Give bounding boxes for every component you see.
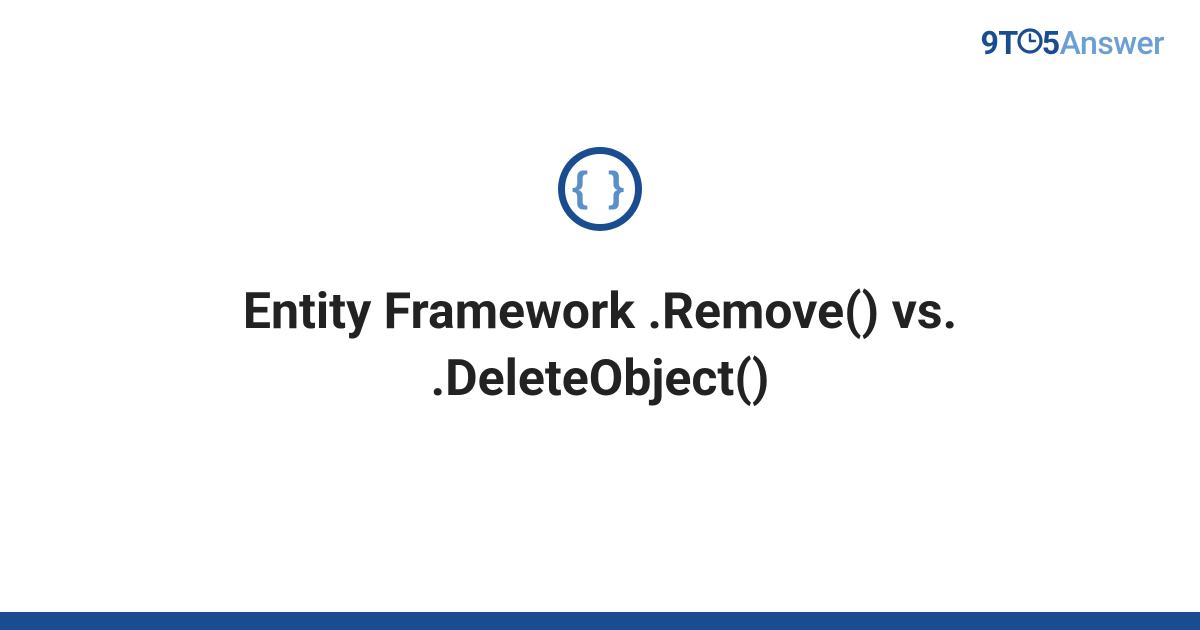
braces-glyph: { } xyxy=(572,166,628,208)
footer-bar xyxy=(0,612,1200,630)
page-title: Entity Framework .Remove() vs. .DeleteOb… xyxy=(100,279,1100,414)
content-wrapper: { } Entity Framework .Remove() vs. .Dele… xyxy=(0,0,1200,630)
code-braces-icon: { } xyxy=(558,147,642,231)
